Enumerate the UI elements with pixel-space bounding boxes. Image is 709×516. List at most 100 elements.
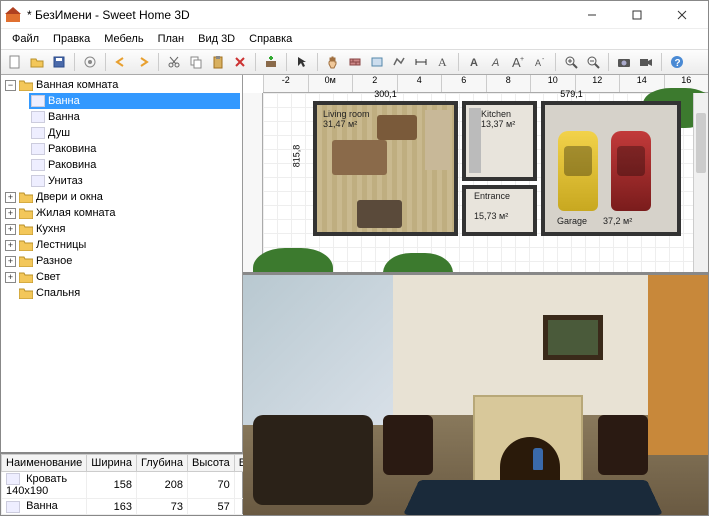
room-name: Living room	[323, 109, 370, 119]
tree-node-item[interactable]: Ванна	[29, 93, 240, 109]
menu-help[interactable]: Справка	[242, 31, 299, 47]
polyline-tool[interactable]	[389, 52, 409, 72]
tree-label: Ванна	[48, 111, 80, 123]
tree-node-category[interactable]: +Свет	[3, 269, 240, 285]
item-icon	[6, 473, 20, 485]
room-entrance[interactable]: Entrance 15,73 м²	[462, 185, 537, 236]
copy-button[interactable]	[186, 52, 206, 72]
room-area: 37,2 м²	[603, 216, 632, 226]
room-area: 31,47 м²	[323, 119, 357, 129]
svg-text:A: A	[535, 58, 541, 68]
menu-3d[interactable]: Вид 3D	[191, 31, 242, 47]
tree-node-category[interactable]: Спальня	[3, 285, 240, 301]
car-red[interactable]	[611, 131, 651, 211]
bottle	[533, 448, 543, 470]
menu-furniture[interactable]: Мебель	[97, 31, 150, 47]
cell-height: 57	[187, 499, 234, 515]
scrollbar-vertical[interactable]	[693, 93, 708, 272]
open-button[interactable]	[27, 52, 47, 72]
collapse-icon[interactable]: −	[5, 80, 16, 91]
dimension-label: 815,8	[291, 145, 301, 168]
col-name[interactable]: Наименование	[2, 454, 87, 471]
plan-view[interactable]: -20м246810121416 300,1 579,1 Living room…	[243, 75, 708, 275]
col-depth[interactable]: Глубина	[136, 454, 187, 471]
text-tool[interactable]: A	[433, 52, 453, 72]
catalog-tree[interactable]: − Ванная комната Ванна Ванна Душ Раковин…	[1, 75, 242, 452]
undo-button[interactable]	[111, 52, 131, 72]
maximize-button[interactable]	[615, 2, 659, 28]
left-pane: − Ванная комната Ванна Ванна Душ Раковин…	[1, 75, 243, 515]
text-bold-button[interactable]: A	[464, 52, 484, 72]
window-wall	[243, 275, 393, 425]
car-yellow[interactable]	[558, 131, 598, 211]
sofa-icon[interactable]	[332, 140, 387, 175]
tree-node-item[interactable]: Душ	[29, 125, 240, 141]
painting	[543, 315, 603, 360]
svg-text:+: +	[520, 56, 524, 63]
room-area: 15,73 м²	[474, 211, 508, 221]
new-button[interactable]	[5, 52, 25, 72]
room-living[interactable]: Living room 31,47 м²	[313, 101, 458, 236]
tree-node-category[interactable]: +Жилая комната	[3, 205, 240, 221]
dimension-label: 579,1	[462, 89, 681, 99]
tree-node-item[interactable]: Унитаз	[29, 173, 240, 189]
zoom-out-button[interactable]	[583, 52, 603, 72]
text-dec-button[interactable]: A-	[530, 52, 550, 72]
delete-button[interactable]	[230, 52, 250, 72]
col-height[interactable]: Высота	[187, 454, 234, 471]
tree-node-category[interactable]: +Лестницы	[3, 237, 240, 253]
dimension-tool[interactable]	[411, 52, 431, 72]
video-button[interactable]	[636, 52, 656, 72]
pref-button[interactable]	[80, 52, 100, 72]
close-button[interactable]	[660, 2, 704, 28]
expand-icon[interactable]: +	[5, 224, 16, 235]
menu-edit[interactable]: Правка	[46, 31, 97, 47]
text-italic-button[interactable]: A	[486, 52, 506, 72]
expand-icon[interactable]: +	[5, 208, 16, 219]
view-3d[interactable]	[243, 275, 708, 515]
photo-button[interactable]	[614, 52, 634, 72]
room-kitchen[interactable]: Kitchen 13,37 м²	[462, 101, 537, 181]
chair	[383, 415, 433, 475]
tree-node-root[interactable]: − Ванная комната	[3, 77, 240, 93]
expand-icon[interactable]: +	[5, 240, 16, 251]
add-furniture-button[interactable]	[261, 52, 281, 72]
tree-node-category[interactable]: +Кухня	[3, 221, 240, 237]
tree-node-item[interactable]: Раковина	[29, 157, 240, 173]
table-icon[interactable]	[357, 200, 402, 228]
tree-node-item[interactable]: Ванна	[29, 109, 240, 125]
expand-icon[interactable]: +	[5, 256, 16, 267]
pan-tool[interactable]	[323, 52, 343, 72]
minimize-button[interactable]	[570, 2, 614, 28]
item-icon	[31, 95, 45, 107]
menu-plan[interactable]: План	[151, 31, 192, 47]
tree-node-category[interactable]: +Двери и окна	[3, 189, 240, 205]
tree-label: Раковина	[48, 143, 96, 155]
paste-button[interactable]	[208, 52, 228, 72]
cut-button[interactable]	[164, 52, 184, 72]
folder-icon	[19, 255, 33, 267]
text-inc-button[interactable]: A+	[508, 52, 528, 72]
col-width[interactable]: Ширина	[87, 454, 137, 471]
room-tool[interactable]	[367, 52, 387, 72]
tree-node-category[interactable]: +Разное	[3, 253, 240, 269]
scrollbar-thumb[interactable]	[696, 113, 706, 173]
redo-button[interactable]	[133, 52, 153, 72]
menu-file[interactable]: Файл	[5, 31, 46, 47]
plan-canvas[interactable]: 300,1 579,1 Living room 31,47 м² Kitchen…	[263, 93, 708, 272]
tree-node-item[interactable]: Раковина	[29, 141, 240, 157]
counter-icon[interactable]	[469, 108, 481, 173]
save-button[interactable]	[49, 52, 69, 72]
cabinet-icon[interactable]	[425, 110, 450, 170]
sofa-icon[interactable]	[377, 115, 417, 140]
svg-text:A: A	[491, 57, 499, 69]
expand-icon[interactable]: +	[5, 192, 16, 203]
expand-icon[interactable]: +	[5, 272, 16, 283]
cell-width: 158	[87, 471, 137, 498]
select-tool[interactable]	[292, 52, 312, 72]
room-name: Garage	[557, 216, 587, 226]
help-button[interactable]: ?	[667, 52, 687, 72]
zoom-in-button[interactable]	[561, 52, 581, 72]
wall-tool[interactable]	[345, 52, 365, 72]
folder-icon	[19, 287, 33, 299]
